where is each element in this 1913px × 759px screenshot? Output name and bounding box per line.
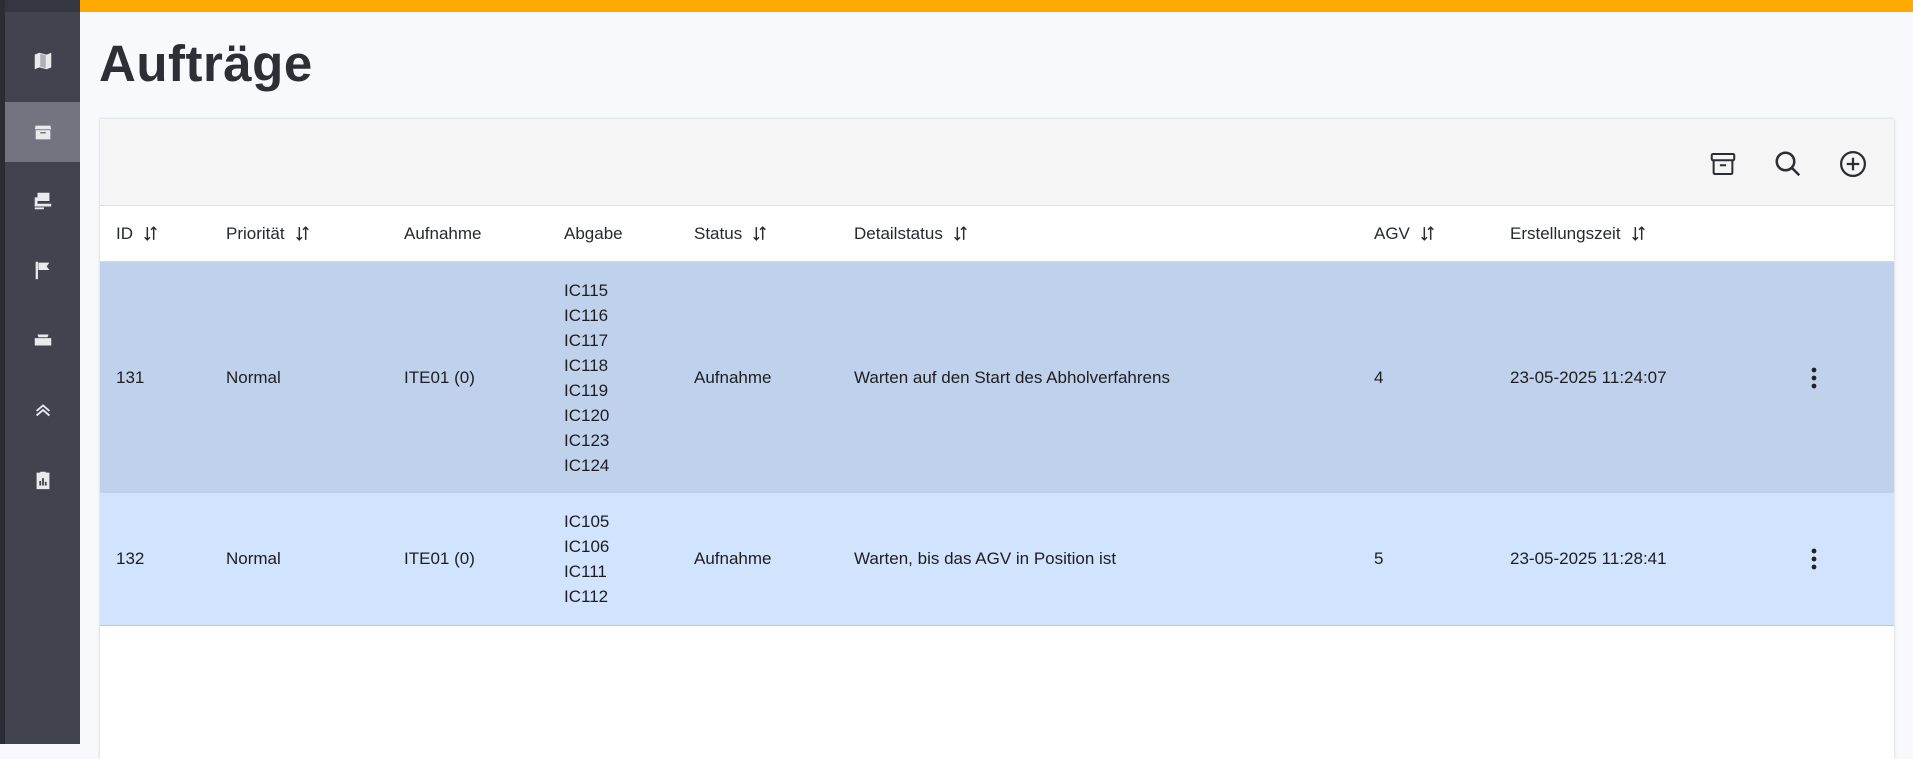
- column-header-status: Status: [694, 206, 768, 261]
- flag-icon: [35, 261, 49, 280]
- sidebar: [0, 0, 80, 744]
- clipboard-chart-icon: [36, 471, 49, 490]
- dropoff-item: IC115: [564, 280, 609, 300]
- forklift-icon: [34, 192, 51, 210]
- cell-created: 23-05-2025 11:28:41: [1510, 549, 1667, 568]
- column-header-priority: Priorität: [226, 206, 311, 261]
- column-label: Status: [694, 223, 743, 243]
- column-label: ID: [116, 223, 133, 243]
- cell-agv: 4: [1374, 367, 1384, 387]
- add-circle-icon: [1840, 151, 1866, 177]
- dropoff-item: IC124: [564, 455, 610, 475]
- map-icon: [34, 52, 51, 70]
- sidebar-top: [5, 0, 80, 12]
- sort-icon[interactable]: [142, 225, 159, 242]
- column-header-detailstatus: Detailstatus: [854, 206, 969, 261]
- column-label: Detailstatus: [854, 223, 943, 243]
- column-label: AGV: [1374, 223, 1410, 243]
- column-label: Abgabe: [564, 223, 623, 243]
- archive-button[interactable]: [1706, 147, 1740, 181]
- column-label: Priorität: [226, 223, 285, 243]
- sort-icon[interactable]: [1419, 225, 1436, 242]
- table-row[interactable]: 131 Normal ITE01 (0) IC115 IC116 IC117 I…: [100, 262, 1894, 493]
- dropoff-item: IC117: [564, 330, 609, 350]
- dropoff-item: IC119: [564, 380, 609, 400]
- column-header-dropoff: Abgabe: [564, 206, 623, 261]
- dropoff-item: IC106: [564, 537, 610, 556]
- cell-priority: Normal: [226, 367, 281, 387]
- cell-agv: 5: [1374, 549, 1384, 568]
- dropoff-item: IC116: [564, 305, 609, 325]
- column-header-agv: AGV: [1374, 206, 1436, 261]
- column-header-id: ID: [116, 206, 159, 261]
- dropoff-item: IC112: [564, 587, 609, 606]
- nav-item-reports[interactable]: [5, 450, 80, 510]
- column-header-created: Erstellungszeit: [1510, 206, 1647, 261]
- nav-item-map[interactable]: [5, 31, 80, 91]
- dropoff-item: IC123: [564, 430, 610, 450]
- sort-icon[interactable]: [952, 225, 969, 242]
- sort-icon[interactable]: [1630, 225, 1647, 242]
- nav-item-stations[interactable]: [5, 240, 80, 300]
- orders-card: ID Priorität Aufnahme Abgabe Status Deta…: [100, 119, 1894, 759]
- table-row[interactable]: 132 Normal ITE01 (0) IC105 IC106 IC111 I…: [100, 493, 1894, 626]
- cell-created: 23-05-2025 11:24:07: [1510, 367, 1667, 387]
- dropoff-item: IC118: [564, 355, 609, 375]
- cell-priority: Normal: [226, 549, 281, 568]
- add-order-button[interactable]: [1836, 147, 1870, 181]
- column-label: Aufnahme: [404, 223, 482, 243]
- cell-pickup: ITE01 (0): [404, 549, 475, 568]
- dropoff-item: IC105: [564, 512, 610, 531]
- top-accent-bar: [80, 0, 1913, 12]
- row-menu-button[interactable]: [1802, 262, 1826, 493]
- archive-icon: [1710, 153, 1736, 175]
- cell-pickup: ITE01 (0): [404, 367, 475, 387]
- row-menu-button[interactable]: [1802, 493, 1826, 625]
- more-vertical-icon: [1811, 367, 1817, 388]
- cell-dropoff: IC105 IC106 IC111 IC112: [564, 493, 609, 625]
- dropoff-item: IC120: [564, 405, 610, 425]
- box-icon: [34, 125, 51, 140]
- cell-id: 131: [116, 367, 145, 387]
- cell-detailstatus: Warten, bis das AGV in Position ist: [854, 549, 1117, 568]
- cell-id: 132: [116, 549, 145, 568]
- nav-item-levels[interactable]: [5, 380, 80, 440]
- dropoff-item: IC111: [564, 562, 607, 581]
- nav-item-vehicles[interactable]: [5, 171, 80, 231]
- cell-dropoff: IC115 IC116 IC117 IC118 IC119 IC120 IC12…: [564, 262, 609, 493]
- table-toolbar: [100, 119, 1894, 206]
- tray-icon: [34, 334, 51, 346]
- sort-icon[interactable]: [751, 225, 768, 242]
- cell-status: Aufnahme: [694, 367, 772, 387]
- search-button[interactable]: [1771, 147, 1805, 181]
- cell-detailstatus: Warten auf den Start des Abholverfahrens: [854, 367, 1170, 387]
- nav-item-storage[interactable]: [5, 310, 80, 370]
- column-header-pickup: Aufnahme: [404, 206, 482, 261]
- double-chevron-up-icon: [35, 404, 50, 417]
- cell-status: Aufnahme: [694, 549, 772, 568]
- nav-item-orders[interactable]: [5, 102, 80, 162]
- column-label: Erstellungszeit: [1510, 223, 1621, 243]
- search-icon: [1775, 151, 1801, 177]
- sort-icon[interactable]: [294, 225, 311, 242]
- more-vertical-icon: [1811, 548, 1817, 570]
- table-header: ID Priorität Aufnahme Abgabe Status Deta…: [100, 206, 1894, 262]
- page-title: Aufträge: [99, 35, 313, 92]
